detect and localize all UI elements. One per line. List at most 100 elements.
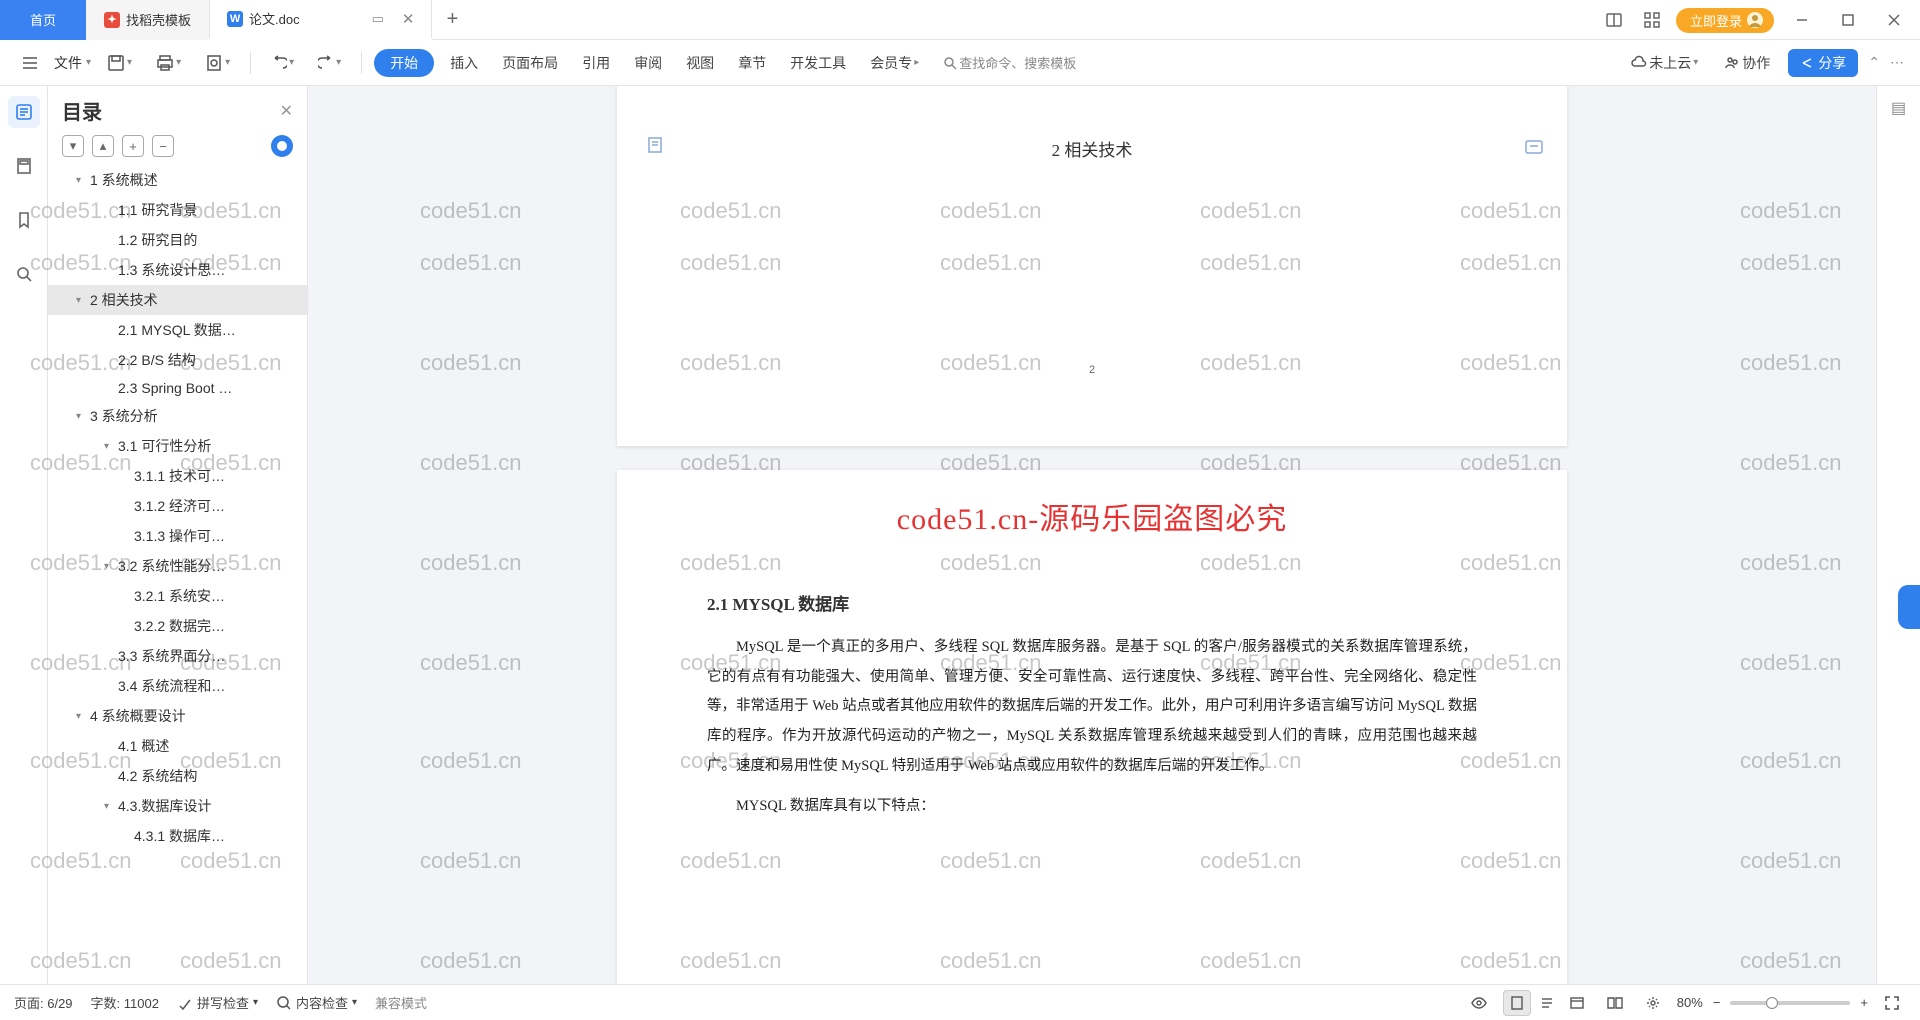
outline-toolbar: ▾ ▴ + − (48, 131, 307, 165)
add-item-icon[interactable]: + (122, 135, 144, 157)
outline-item[interactable]: 4.1 概述 (48, 731, 307, 761)
outline-item[interactable]: 4.3.1 数据库… (48, 821, 307, 851)
outline-tool-icon[interactable] (8, 96, 40, 128)
zoom-slider[interactable] (1730, 1001, 1850, 1005)
view-modes (1503, 990, 1591, 1016)
login-button[interactable]: 立即登录 (1676, 8, 1774, 33)
outline-item[interactable]: 1.3 系统设计思… (48, 255, 307, 285)
template-icon: ✦ (104, 12, 120, 28)
share-button[interactable]: 分享 (1788, 49, 1858, 77)
fullscreen-icon[interactable] (1878, 990, 1906, 1016)
search-tool-icon[interactable] (8, 258, 40, 290)
page-tools-right-icon[interactable] (1523, 136, 1545, 158)
tab-home[interactable]: 首页 (0, 0, 86, 40)
menu-chapter[interactable]: 章节 (730, 49, 774, 77)
thumbnail-tool-icon[interactable] (8, 150, 40, 182)
menu-devtool[interactable]: 开发工具 (782, 49, 854, 77)
view-outline-icon[interactable] (1533, 990, 1561, 1016)
maximize-button[interactable] (1830, 0, 1866, 40)
outline-item[interactable]: ▾3.2 系统性能分… (48, 551, 307, 581)
doc-paragraph: MySQL 是一个真正的多用户、多线程 SQL 数据库服务器。是基于 SQL 的… (707, 633, 1477, 782)
outline-item[interactable]: 2.3 Spring Boot … (48, 375, 307, 401)
menu-start[interactable]: 开始 (374, 49, 434, 77)
outline-list[interactable]: ▾1 系统概述1.1 研究背景1.2 研究目的1.3 系统设计思…▾2 相关技术… (48, 165, 307, 984)
outline-item[interactable]: 2.2 B/S 结构 (48, 345, 307, 375)
view-read-icon[interactable] (1601, 990, 1629, 1016)
apps-icon[interactable] (1638, 6, 1666, 34)
page-number: 2 (617, 364, 1567, 376)
preview-icon[interactable]: ▾ (197, 50, 238, 76)
outline-item[interactable]: 3.1.2 经济可… (48, 491, 307, 521)
remove-item-icon[interactable]: − (152, 135, 174, 157)
status-contentcheck[interactable]: 内容检查 ▾ (276, 993, 357, 1012)
outline-item[interactable]: ▾4.3.数据库设计 (48, 791, 307, 821)
settings-icon[interactable] (1639, 990, 1667, 1016)
outline-item[interactable]: 3.4 系统流程和… (48, 671, 307, 701)
view-web-icon[interactable] (1563, 990, 1591, 1016)
hamburger-icon[interactable] (14, 52, 46, 74)
menu-reference[interactable]: 引用 (574, 49, 618, 77)
collab-icon (1724, 55, 1740, 71)
ribbon-collapse-icon[interactable]: ⌃ (1868, 54, 1880, 71)
outline-item[interactable]: 3.2.1 系统安… (48, 581, 307, 611)
print-icon[interactable]: ▾ (148, 50, 189, 76)
outline-item[interactable]: ▾3 系统分析 (48, 401, 307, 431)
menu-member[interactable]: 会员专▸ (862, 49, 927, 77)
menu-insert[interactable]: 插入 (442, 49, 486, 77)
outline-close-icon[interactable]: ✕ (280, 101, 293, 121)
page-tools-left-icon[interactable] (647, 136, 665, 154)
outline-item[interactable]: 1.2 研究目的 (48, 225, 307, 255)
outline-item[interactable]: 3.1.1 技术可… (48, 461, 307, 491)
minimize-button[interactable] (1784, 0, 1820, 40)
side-handle[interactable] (1898, 585, 1920, 629)
zoom-label[interactable]: 80% (1677, 995, 1703, 1010)
add-tab-button[interactable]: + (432, 8, 472, 31)
collapse-all-icon[interactable]: ▾ (62, 135, 84, 157)
document-canvas[interactable]: 2 相关技术 2 code51.cn-源码乐园盗图必究 2.1 MYSQL 数据… (308, 86, 1876, 984)
panel-toggle-icon[interactable]: ▤ (1891, 98, 1906, 118)
menu-review[interactable]: 审阅 (626, 49, 670, 77)
expand-all-icon[interactable]: ▴ (92, 135, 114, 157)
collab-button[interactable]: 协作 (1716, 49, 1778, 77)
status-page[interactable]: 页面: 6/29 (14, 993, 73, 1012)
close-tab-icon[interactable]: ✕ (402, 10, 415, 28)
outline-item[interactable]: 3.1.3 操作可… (48, 521, 307, 551)
layout-icon[interactable] (1600, 6, 1628, 34)
ribbon-search[interactable]: 查找命令、搜索模板 (935, 49, 1084, 76)
outline-item[interactable]: 3.2.2 数据完… (48, 611, 307, 641)
menu-view[interactable]: 视图 (678, 49, 722, 77)
file-menu[interactable]: 文件▾ (54, 53, 91, 73)
status-words[interactable]: 字数: 11002 (91, 993, 159, 1012)
right-rail: ▤ (1876, 86, 1920, 984)
outline-item[interactable]: ▾2 相关技术 (48, 285, 307, 315)
cloud-status[interactable]: 未上云▾ (1623, 49, 1706, 77)
outline-item[interactable]: ▾4 系统概要设计 (48, 701, 307, 731)
tab-template[interactable]: ✦ 找稻壳模板 (86, 0, 209, 40)
undo-icon[interactable]: ▾ (263, 51, 302, 75)
ribbon-more-icon[interactable]: ⋯ (1890, 54, 1906, 71)
eye-icon[interactable] (1465, 990, 1493, 1016)
bookmark-tool-icon[interactable] (8, 204, 40, 236)
outline-item[interactable]: 4.2 系统结构 (48, 761, 307, 791)
tab-document[interactable]: W 论文.doc ▭ ✕ (209, 0, 432, 40)
view-page-icon[interactable] (1503, 990, 1531, 1016)
zoom-in-icon[interactable]: + (1860, 995, 1868, 1010)
outline-sync-icon[interactable] (271, 135, 293, 157)
page-2: 2 相关技术 2 (617, 86, 1567, 446)
split-icon[interactable]: ▭ (372, 11, 384, 27)
status-spellcheck[interactable]: 拼写检查 ▾ (177, 993, 258, 1012)
outline-item[interactable]: 2.1 MYSQL 数据… (48, 315, 307, 345)
redo-icon[interactable]: ▾ (310, 51, 349, 75)
outline-item[interactable]: ▾1 系统概述 (48, 165, 307, 195)
page-3: code51.cn-源码乐园盗图必究 2.1 MYSQL 数据库 MySQL 是… (617, 470, 1567, 984)
ribbon: 文件▾ ▾ ▾ ▾ ▾ ▾ 开始 插入 页面布局 引用 审阅 视图 章节 开发工… (0, 40, 1920, 86)
close-window-button[interactable] (1876, 0, 1912, 40)
page-heading: 2 相关技术 (707, 136, 1477, 161)
outline-item[interactable]: ▾3.1 可行性分析 (48, 431, 307, 461)
outline-item[interactable]: 1.1 研究背景 (48, 195, 307, 225)
outline-item[interactable]: 3.3 系统界面分… (48, 641, 307, 671)
menu-layout[interactable]: 页面布局 (494, 49, 566, 77)
save-icon[interactable]: ▾ (99, 50, 140, 76)
zoom-out-icon[interactable]: − (1713, 995, 1721, 1010)
user-icon (1746, 11, 1764, 29)
